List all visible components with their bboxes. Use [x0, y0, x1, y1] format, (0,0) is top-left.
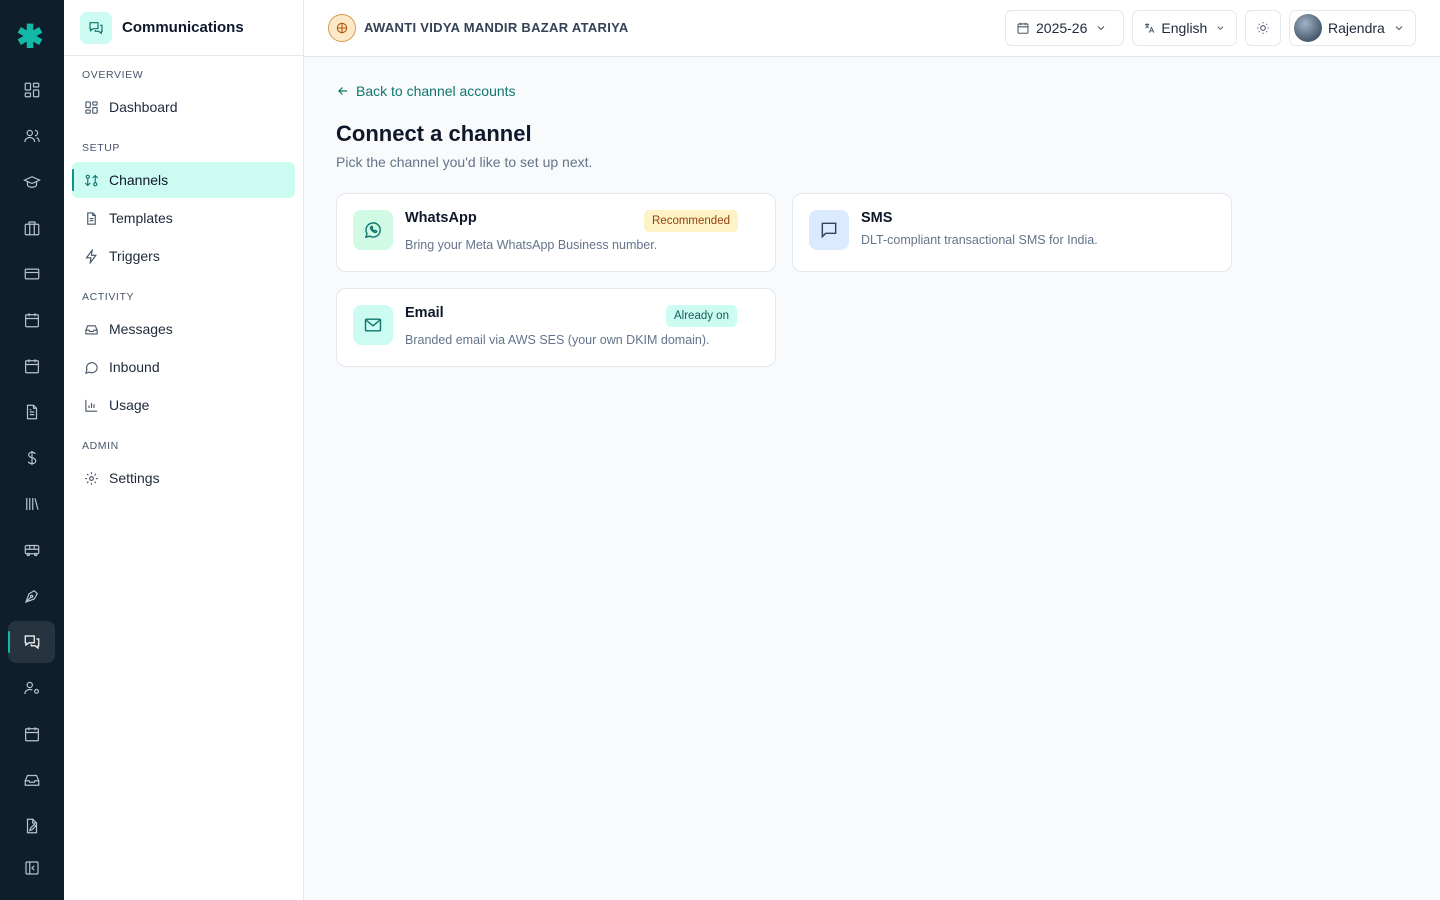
back-to-channel-accounts-link[interactable]: Back to channel accounts: [336, 83, 516, 99]
channel-name: SMS: [861, 210, 893, 226]
top-bar: AWANTI VIDYA MANDIR BAZAR ATARIYA 2025-2…: [304, 0, 1440, 57]
academic-year-value: 2025-26: [1036, 20, 1088, 36]
channel-description: DLT-compliant transactional SMS for Indi…: [861, 233, 1098, 247]
sidebar-item-label: Dashboard: [109, 99, 178, 115]
school-name: AWANTI VIDYA MANDIR BAZAR ATARIYA: [364, 20, 629, 35]
dashboard-icon: [85, 100, 98, 114]
chevron-down-icon: [1395, 26, 1403, 31]
channel-description: Bring your Meta WhatsApp Business number…: [405, 238, 658, 252]
language-value: English: [1161, 20, 1208, 36]
channel-name: Email: [405, 305, 444, 321]
sidebar-item-label: Messages: [109, 321, 173, 337]
school-logo-icon: [328, 14, 356, 42]
sidebar-item-label: Channels: [109, 172, 169, 188]
rail-dollar-icon[interactable]: [8, 437, 55, 479]
back-link-label: Back to channel accounts: [356, 83, 516, 99]
messages-icon: [80, 11, 112, 44]
rail-bus-icon[interactable]: [8, 529, 55, 571]
channel-description: Branded email via AWS SES (your own DKIM…: [405, 333, 710, 347]
channels-icon: [84, 174, 99, 186]
sidebar-item-label: Usage: [109, 397, 150, 413]
app-logo-icon[interactable]: [17, 22, 43, 48]
sidebar-item-templates[interactable]: Templates: [72, 200, 295, 236]
arrow-left-icon: [338, 87, 348, 95]
lightning-icon: [85, 248, 97, 264]
theme-toggle-button[interactable]: [1245, 10, 1281, 46]
rail-dashboard-icon[interactable]: [8, 69, 55, 111]
rail-calendar-icon[interactable]: [8, 299, 55, 341]
rail-calendar-grid-icon[interactable]: [8, 713, 55, 755]
rail-calendar-check-icon[interactable]: [8, 345, 55, 387]
user-name: Rajendra: [1328, 20, 1385, 36]
recommended-badge: Recommended: [644, 210, 738, 232]
chevron-down-icon: [1217, 26, 1224, 30]
sidebar-item-channels[interactable]: Channels: [72, 162, 295, 198]
channel-card-sms[interactable]: SMS DLT-compliant transactional SMS for …: [792, 193, 1232, 272]
bar-chart-icon: [85, 399, 98, 412]
sidebar-item-label: Settings: [109, 470, 160, 486]
calendar-icon: [1017, 22, 1029, 34]
sidebar-item-triggers[interactable]: Triggers: [72, 238, 295, 274]
sun-icon: [1257, 22, 1269, 34]
rail-file-text-icon[interactable]: [8, 391, 55, 433]
sidebar-item-label: Templates: [109, 210, 173, 226]
inbox-icon: [85, 324, 98, 334]
gear-icon: [85, 471, 98, 485]
rail-user-cog-icon[interactable]: [8, 667, 55, 709]
chat-bubble-icon: [85, 361, 98, 374]
section-label-activity: ACTIVITY: [82, 291, 135, 303]
rail-library-icon[interactable]: [8, 483, 55, 525]
sidebar-item-usage[interactable]: Usage: [72, 387, 295, 423]
already-on-badge: Already on: [666, 305, 737, 327]
rail-credit-card-icon[interactable]: [8, 253, 55, 295]
channel-name: WhatsApp: [405, 210, 477, 226]
mail-icon: [353, 305, 393, 345]
chevron-down-icon: [1098, 26, 1105, 31]
sidebar-item-settings[interactable]: Settings: [72, 460, 295, 496]
user-menu-dropdown[interactable]: Rajendra: [1289, 10, 1416, 46]
rail-pen-tool-icon[interactable]: [8, 575, 55, 617]
page-title: Connect a channel: [336, 121, 532, 146]
sidebar-item-label: Triggers: [109, 248, 160, 264]
page-subtitle: Pick the channel you'd like to set up ne…: [336, 154, 593, 170]
section-label-setup: SETUP: [82, 142, 121, 154]
message-square-icon: [809, 210, 849, 250]
rail-file-edit-icon[interactable]: [8, 805, 55, 847]
file-text-icon: [87, 211, 96, 225]
sidebar-title: Communications: [122, 19, 244, 36]
section-label-admin: ADMIN: [82, 440, 119, 452]
rail-users-icon[interactable]: [8, 115, 55, 157]
sidebar-item-dashboard[interactable]: Dashboard: [72, 89, 295, 125]
sidebar-item-label: Inbound: [109, 359, 160, 375]
rail-inbox-icon[interactable]: [8, 759, 55, 801]
rail-building-icon[interactable]: [8, 207, 55, 249]
sidebar-header: Communications: [64, 0, 303, 56]
app-rail: [0, 0, 64, 900]
module-sidebar: Communications OVERVIEW Dashboard SETUP …: [64, 0, 304, 900]
rail-messages-icon[interactable]: [8, 621, 55, 663]
language-dropdown[interactable]: English: [1132, 10, 1237, 46]
translate-icon: [1145, 23, 1155, 33]
sidebar-item-messages[interactable]: Messages: [72, 311, 295, 347]
section-label-overview: OVERVIEW: [82, 69, 144, 81]
rail-collapse-sidebar-icon[interactable]: [8, 847, 55, 889]
channel-card-whatsapp[interactable]: WhatsApp Bring your Meta WhatsApp Busine…: [336, 193, 776, 272]
academic-year-dropdown[interactable]: 2025-26: [1005, 10, 1124, 46]
avatar: [1294, 14, 1322, 42]
whatsapp-icon: [353, 210, 393, 250]
channel-card-email[interactable]: Email Branded email via AWS SES (your ow…: [336, 288, 776, 367]
rail-graduation-cap-icon[interactable]: [8, 161, 55, 203]
sidebar-item-inbound[interactable]: Inbound: [72, 349, 295, 385]
